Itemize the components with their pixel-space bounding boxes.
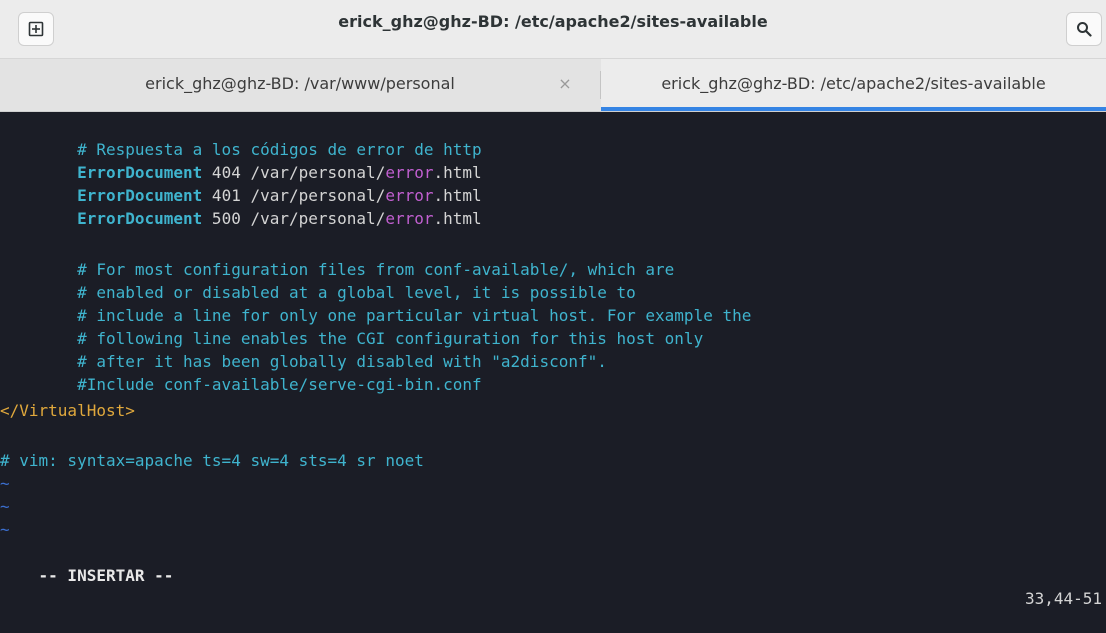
code-line: #Include conf-available/serve-cgi-bin.co…	[77, 375, 482, 394]
search-icon	[1077, 22, 1092, 37]
code-line: # after it has been globally disabled wi…	[77, 352, 607, 371]
empty-line-marker: ~	[0, 520, 10, 539]
empty-line-marker: ~	[0, 474, 10, 493]
code-line: # For most configuration files from conf…	[77, 260, 675, 279]
tab-var-www-personal[interactable]: erick_ghz@ghz-BD: /var/www/personal	[0, 59, 600, 111]
terminal-viewport[interactable]: # Respuesta a los códigos de error de ht…	[0, 112, 1106, 608]
search-button[interactable]	[1066, 12, 1102, 46]
cursor-position: 33,44-51	[1024, 589, 1102, 608]
tab-bar: erick_ghz@ghz-BD: /var/www/personal × er…	[0, 59, 1106, 112]
tab-label: erick_ghz@ghz-BD: /var/www/personal	[145, 74, 455, 93]
code-line: # enabled or disabled at a global level,…	[77, 283, 636, 302]
modeline: # vim: syntax=apache ts=4 sw=4 sts=4 sr …	[0, 451, 424, 470]
empty-line-marker: ~	[0, 497, 10, 516]
code-line: ErrorDocument 401 /var/personal/error.ht…	[77, 186, 482, 205]
tab-close-button[interactable]: ×	[555, 59, 575, 111]
code-line: # following line enables the CGI configu…	[77, 329, 704, 348]
window-title: erick_ghz@ghz-BD: /etc/apache2/sites-ava…	[338, 12, 768, 31]
code-line: ErrorDocument 404 /var/personal/error.ht…	[77, 163, 482, 182]
tab-sites-available[interactable]: erick_ghz@ghz-BD: /etc/apache2/sites-ava…	[601, 59, 1106, 111]
closing-tag-line: </VirtualHost>	[0, 401, 135, 420]
code-line: # Respuesta a los códigos de error de ht…	[77, 140, 482, 159]
code-line: # include a line for only one particular…	[77, 306, 752, 325]
code-line: ErrorDocument 500 /var/personal/error.ht…	[77, 209, 482, 228]
active-tab-indicator	[601, 107, 1106, 111]
status-line: -- INSERTAR -- 33,44-51	[0, 541, 1106, 608]
tab-label: erick_ghz@ghz-BD: /etc/apache2/sites-ava…	[661, 74, 1046, 93]
mode-indicator: -- INSERTAR --	[38, 566, 174, 585]
title-bar: erick_ghz@ghz-BD: /etc/apache2/sites-ava…	[0, 0, 1106, 59]
